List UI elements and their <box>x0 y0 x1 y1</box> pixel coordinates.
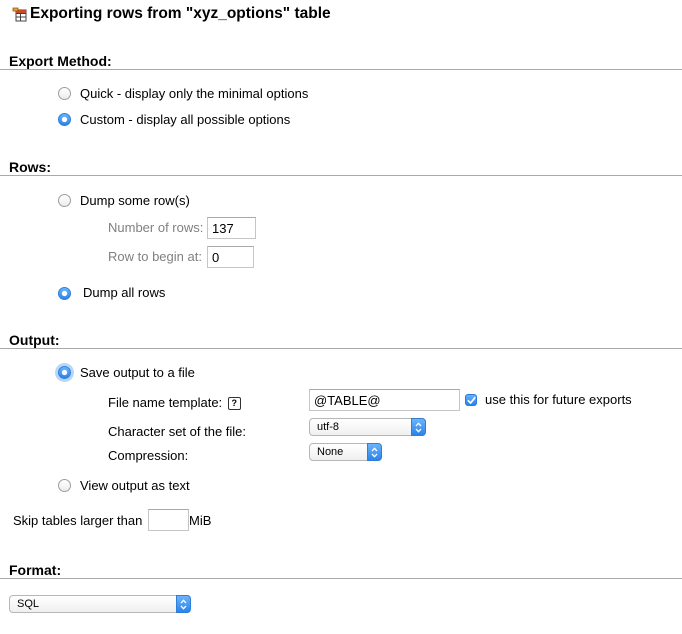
format-heading: Format: <box>9 562 62 578</box>
skip-tables-input[interactable] <box>148 509 189 531</box>
file-name-template-text: File name template: <box>108 395 223 410</box>
custom-export-label[interactable]: Custom - display all possible options <box>80 112 290 127</box>
charset-select-value: utf-8 <box>317 421 340 433</box>
section-divider <box>0 175 682 176</box>
compression-select[interactable]: None <box>309 443 382 461</box>
dump-some-rows-label[interactable]: Dump some row(s) <box>80 193 190 208</box>
save-to-file-radio[interactable] <box>58 366 71 379</box>
dump-all-rows-radio[interactable] <box>58 287 71 300</box>
page-title-text: Exporting rows from "xyz_options" table <box>30 5 331 22</box>
chevron-updown-icon <box>176 595 191 613</box>
use-for-future-label[interactable]: use this for future exports <box>485 392 632 407</box>
number-of-rows-label: Number of rows: <box>108 220 204 235</box>
file-name-template-label: File name template: ? <box>108 395 241 411</box>
view-as-text-radio[interactable] <box>58 479 71 492</box>
view-as-text-label[interactable]: View output as text <box>80 478 190 493</box>
rows-heading: Rows: <box>9 159 51 175</box>
number-of-rows-input[interactable] <box>207 217 256 239</box>
format-select-value: SQL <box>17 598 40 610</box>
charset-select[interactable]: utf-8 <box>309 418 426 436</box>
compression-select-value: None <box>317 446 344 458</box>
section-divider <box>0 348 682 349</box>
section-divider <box>0 578 682 579</box>
quick-export-label[interactable]: Quick - display only the minimal options <box>80 86 308 101</box>
skip-tables-unit: MiB <box>189 513 212 528</box>
file-name-template-input[interactable] <box>309 389 460 411</box>
skip-tables-label: Skip tables larger than <box>13 513 143 528</box>
chevron-updown-icon <box>411 418 426 436</box>
export-table-icon <box>12 7 27 22</box>
custom-export-radio[interactable] <box>58 113 71 126</box>
page-title: Exporting rows from "xyz_options" table <box>12 5 331 23</box>
export-method-heading: Export Method: <box>9 53 112 69</box>
checkmark-icon <box>466 396 476 404</box>
dump-all-rows-label[interactable]: Dump all rows <box>83 285 165 300</box>
format-select[interactable]: SQL <box>9 595 191 613</box>
output-heading: Output: <box>9 332 60 348</box>
dump-some-rows-radio[interactable] <box>58 194 71 207</box>
save-to-file-label[interactable]: Save output to a file <box>80 365 195 380</box>
compression-label: Compression: <box>108 448 189 463</box>
section-divider <box>0 69 682 70</box>
help-icon[interactable]: ? <box>227 397 241 411</box>
row-to-begin-label: Row to begin at: <box>108 249 202 264</box>
charset-label: Character set of the file: <box>108 424 247 439</box>
quick-export-radio[interactable] <box>58 87 71 100</box>
row-to-begin-input[interactable] <box>207 246 254 268</box>
chevron-updown-icon <box>367 443 382 461</box>
use-for-future-checkbox[interactable] <box>465 394 477 406</box>
export-page: Exporting rows from "xyz_options" table … <box>0 0 682 634</box>
